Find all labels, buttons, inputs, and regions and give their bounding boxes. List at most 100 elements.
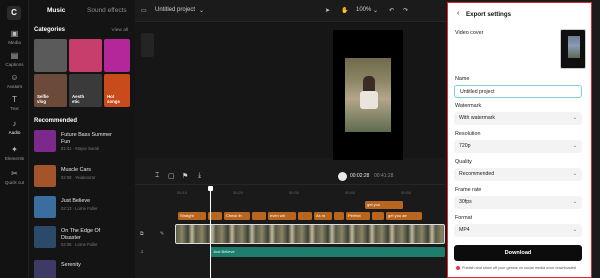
track-item[interactable]: Just Believe 02:13 · Lorne Fuller	[34, 196, 134, 222]
track-item[interactable]: Serenity	[34, 260, 134, 278]
category-tile[interactable]: Aesth etic	[69, 74, 102, 107]
tab-sound-effects[interactable]: Sound effects	[87, 7, 127, 14]
video-track-icon[interactable]: ⧉	[140, 231, 144, 237]
rail-item-elements[interactable]: ✦ Elements	[0, 145, 29, 162]
resolution-label: Resolution	[455, 131, 481, 137]
rail-item-captions[interactable]: ▤ Captions	[0, 52, 29, 68]
elements-icon: ✦	[11, 145, 18, 154]
caption-clip[interactable]: get you ae	[386, 212, 422, 220]
name-label: Name	[455, 76, 470, 82]
caption-clip[interactable]: Check th	[224, 212, 250, 220]
tab-music[interactable]: Music	[47, 7, 65, 14]
caption-clip[interactable]	[372, 212, 384, 220]
track-meta: 02:08 · Yeiaboorat	[61, 175, 95, 180]
track-title: Just Believe	[61, 198, 91, 204]
download-icon[interactable]: ⤓	[198, 172, 201, 180]
rail-item-media[interactable]: ▣ Media	[0, 30, 29, 46]
chevron-down-icon[interactable]: ⌄	[199, 7, 204, 14]
category-tile[interactable]: Selfie vlog	[34, 74, 67, 107]
caption-clip[interactable]	[298, 212, 312, 220]
track-cover	[34, 165, 56, 187]
edit-icon[interactable]: ✎	[160, 231, 164, 237]
caption-track-top: get you	[175, 201, 445, 209]
name-input[interactable]: Untitled project	[454, 85, 582, 98]
undo-icon[interactable]: ↶	[389, 7, 394, 14]
video-cover-label: Video cover	[455, 30, 484, 36]
folder-icon[interactable]: ▭	[141, 7, 147, 14]
video-preview[interactable]	[333, 30, 403, 160]
text-icon: T	[12, 95, 17, 104]
caption-clip[interactable]	[252, 212, 266, 220]
format-label: Format	[455, 215, 473, 221]
track-cover	[34, 260, 56, 278]
right-edge	[592, 0, 600, 278]
rail-item-text[interactable]: T Text	[0, 95, 29, 112]
chevron-down-icon[interactable]: ⌄	[373, 7, 378, 14]
track-cover	[34, 130, 56, 152]
watermark-label: Watermark	[455, 103, 482, 109]
chevron-down-icon: ⌄	[572, 227, 577, 233]
format-select[interactable]: MP4 ⌄	[454, 224, 582, 237]
marker-icon[interactable]: ⚑	[182, 172, 188, 180]
pointer-icon[interactable]: ➤	[325, 7, 330, 14]
track-meta: 02:13 · Lorne Fuller	[61, 206, 98, 211]
canvas-side-tools[interactable]	[141, 33, 154, 57]
frame-rate-select[interactable]: 30fps ⌄	[454, 196, 582, 209]
caption-clip[interactable]	[334, 212, 344, 220]
category-tile[interactable]	[104, 39, 130, 72]
caption-clip[interactable]: As m	[314, 212, 332, 220]
split-icon[interactable]: ⌶	[155, 172, 159, 180]
delete-icon[interactable]: ▢	[168, 172, 175, 180]
track-title: Future Bass Summer Fun	[61, 132, 112, 145]
total-time: 00:41:28	[374, 173, 394, 179]
hand-icon[interactable]: ✋	[341, 7, 348, 14]
rail-item-avatars[interactable]: ☺ Avatars	[0, 73, 29, 90]
dialog-title: Export settings	[466, 11, 512, 18]
watermark-select[interactable]: With watermark ⌄	[454, 112, 582, 125]
preview-frame	[345, 58, 391, 132]
track-title: Muscle Cars	[61, 167, 91, 173]
download-button[interactable]: Download	[454, 245, 582, 261]
playhead[interactable]	[208, 186, 213, 278]
caption-track: Straight Check th even wit As m Perfect …	[175, 212, 445, 220]
caption-clip[interactable]: even wit	[268, 212, 296, 220]
view-all-link[interactable]: View all	[112, 28, 128, 33]
rail-item-quick-cut[interactable]: ✂ Quick cut	[0, 169, 29, 186]
video-cover-thumbnail[interactable]	[560, 29, 586, 69]
left-rail: C ▣ Media ▤ Captions ☺ Avatars T Text ♪ Audio…	[0, 0, 29, 278]
chevron-down-icon: ⌄	[572, 115, 577, 121]
footer-note: Publish and show off your genius on soci…	[456, 266, 576, 270]
category-tile[interactable]	[34, 39, 67, 72]
avatar-icon: ☺	[10, 73, 19, 82]
zoom-level[interactable]: 100%	[356, 7, 371, 13]
redo-icon[interactable]: ↷	[403, 7, 408, 14]
track-item[interactable]: Future Bass Summer Fun 01:41 · Mayur Sur…	[34, 130, 134, 156]
audio-track-clip[interactable]: Just Believe	[210, 247, 445, 257]
info-icon	[456, 266, 460, 270]
music-panel: Music Sound effects Categories View all …	[29, 0, 135, 278]
category-tile[interactable]: Hot songs	[104, 74, 130, 107]
category-tile[interactable]	[69, 39, 102, 72]
track-item[interactable]: On The Edge Of Disaster 02:35 · Lorne Fu…	[34, 226, 134, 252]
project-title[interactable]: Untitled project	[155, 7, 195, 13]
resolution-select[interactable]: 720p ⌄	[454, 140, 582, 153]
app-logo[interactable]: C	[7, 6, 21, 20]
frame-rate-label: Frame rate	[455, 187, 482, 193]
track-item[interactable]: Muscle Cars 02:08 · Yeiaboorat	[34, 165, 134, 191]
chevron-down-icon: ⌄	[572, 171, 577, 177]
quality-select[interactable]: Recommended ⌄	[454, 168, 582, 181]
caption-clip[interactable]: get you	[365, 201, 403, 209]
track-cover	[34, 196, 56, 218]
audio-track-icon[interactable]: ♫	[140, 249, 144, 255]
video-track-clip[interactable]	[175, 224, 445, 244]
play-button[interactable]	[338, 172, 347, 181]
caption-clip[interactable]: Perfect	[346, 212, 370, 220]
rail-item-audio[interactable]: ♪ Audio	[0, 117, 29, 135]
caption-clip[interactable]: Straight	[178, 212, 206, 220]
export-settings-dialog: ‹ Export settings Video cover Name Untit…	[447, 2, 592, 278]
audio-icon: ♪	[12, 119, 17, 128]
back-arrow-icon[interactable]: ‹	[457, 10, 459, 17]
scissors-icon: ✂	[11, 169, 18, 178]
chevron-down-icon: ⌄	[572, 143, 577, 149]
track-meta: 02:35 · Lorne Fuller	[61, 242, 98, 247]
